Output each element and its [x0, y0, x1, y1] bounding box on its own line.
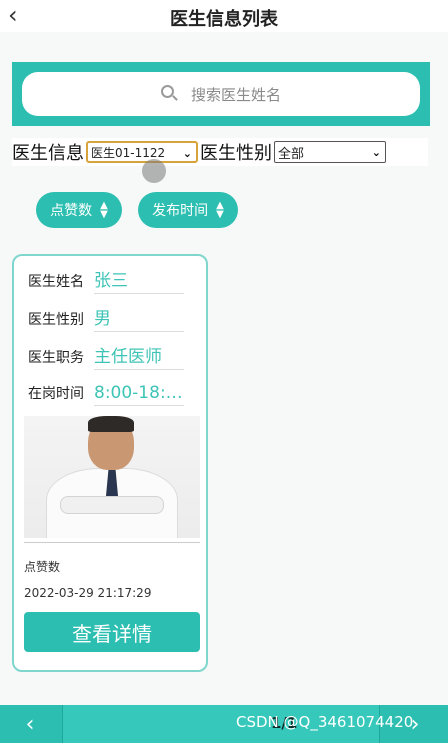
prev-page-icon[interactable]: ‹	[0, 705, 60, 743]
search-panel: 搜索医生姓名	[12, 62, 430, 126]
title-label: 医生职务	[28, 350, 84, 366]
doctor-card[interactable]: 医生姓名 张三 医生性别 男 医生职务 主任医师 在岗时间 8:00-18:00…	[12, 254, 208, 672]
sort-arrows-icon: ▲ ▼	[216, 200, 224, 220]
doctor-filter-label: 医生信息	[12, 143, 84, 164]
search-input[interactable]: 搜索医生姓名	[22, 72, 420, 116]
title-value: 主任医师	[94, 342, 184, 370]
likes-label: 点赞数	[24, 560, 61, 574]
gender-select[interactable]: 全部 ⌄	[274, 141, 386, 163]
view-details-button[interactable]: 查看详情	[24, 612, 200, 652]
filter-row: 医生信息 医生01-1122 ⌄ 医生性别 全部 ⌄	[12, 138, 428, 166]
title-field: 医生职务 主任医师	[28, 344, 184, 370]
gender-filter-label: 医生性别	[200, 143, 272, 164]
search-icon	[160, 85, 179, 103]
name-field: 医生姓名 张三	[28, 268, 184, 294]
gender-field: 医生性别 男	[28, 306, 184, 332]
search-placeholder: 搜索医生姓名	[190, 85, 281, 104]
chevron-down-icon: ⌄	[371, 146, 381, 159]
gender-label: 医生性别	[28, 312, 84, 328]
chevron-down-icon: ⌄	[182, 147, 192, 160]
page-title: 医生信息列表	[170, 9, 278, 30]
hours-label: 在岗时间	[28, 386, 84, 402]
gender-select-value: 全部	[278, 146, 305, 162]
hours-field: 在岗时间 8:00-18:00	[28, 380, 184, 406]
sort-time-button[interactable]: 发布时间 ▲ ▼	[138, 192, 238, 228]
sort-time-label: 发布时间	[152, 203, 209, 219]
touch-cursor	[142, 159, 166, 183]
publish-time: 2022-03-29 21:17:29	[24, 586, 152, 600]
sort-arrows-icon: ▲ ▼	[100, 200, 108, 220]
header-bar: ‹ 医生信息列表	[0, 0, 448, 32]
sort-likes-label: 点赞数	[50, 203, 93, 219]
name-label: 医生姓名	[28, 274, 84, 290]
doctor-select[interactable]: 医生01-1122 ⌄	[86, 141, 198, 163]
name-value: 张三	[94, 266, 184, 294]
sort-likes-button[interactable]: 点赞数 ▲ ▼	[36, 192, 122, 228]
doctor-photo	[24, 416, 200, 538]
gender-value: 男	[94, 304, 184, 332]
watermark: CSDN @Q_3461074420	[236, 713, 414, 731]
doctor-select-value: 医生01-1122	[91, 145, 166, 160]
divider	[24, 542, 200, 543]
hours-value: 8:00-18:00	[94, 383, 184, 406]
